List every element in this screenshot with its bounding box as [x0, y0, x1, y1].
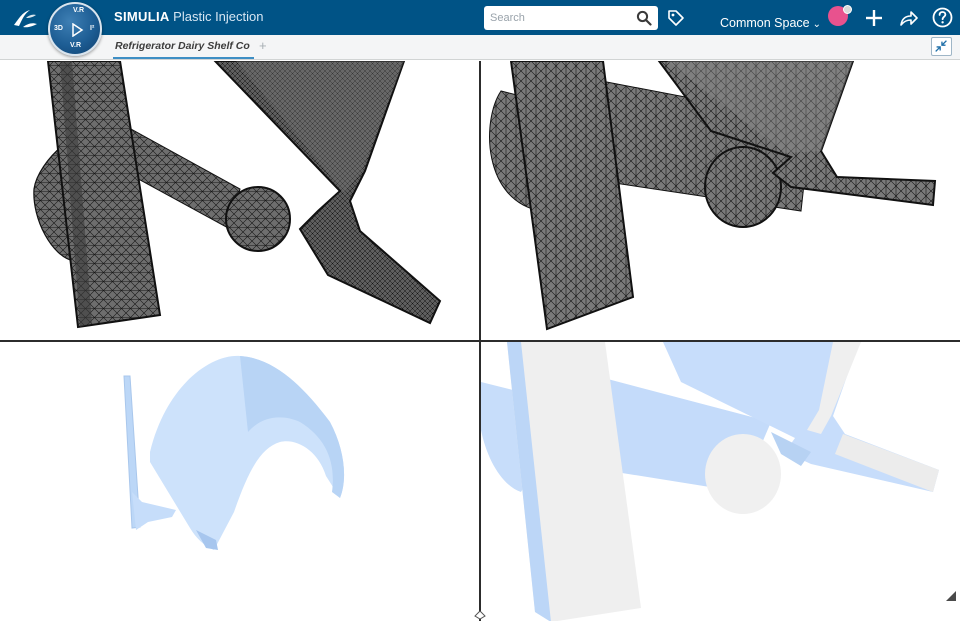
shaded-model-bottom-right [481, 342, 939, 621]
search-box[interactable] [484, 6, 658, 30]
plus-icon[interactable] [864, 8, 884, 28]
collapse-button[interactable] [931, 37, 952, 56]
space-selector[interactable]: Common Space ⌄ [720, 16, 821, 30]
compass-left-label: 3D [54, 25, 63, 32]
app-name-label: Plastic Injection [173, 9, 264, 24]
mesh-view-top-left[interactable] [0, 61, 479, 340]
horizontal-split-divider[interactable] [0, 340, 960, 342]
brand-label: SIMULIA [114, 9, 170, 24]
mesh-model-top-left [33, 61, 442, 329]
shaded-view-bottom-right[interactable] [481, 342, 960, 621]
3d-viewport[interactable] [0, 61, 960, 621]
shaded-view-bottom-left[interactable] [0, 342, 479, 621]
tab-bar: Refrigerator Dairy Shelf Co + [0, 35, 960, 60]
top-bar: V.R 3D I² V.R SIMULIA Plastic Injection … [0, 0, 960, 56]
search-input[interactable] [490, 9, 630, 27]
compass-bottom-label: V.R [70, 42, 82, 49]
3ds-logo-icon[interactable] [10, 6, 40, 30]
split-handle-icon[interactable] [474, 610, 486, 620]
notification-dot [843, 5, 852, 14]
help-icon[interactable] [932, 7, 953, 28]
compass-top-label: V.R [73, 7, 85, 14]
space-label: Common Space [720, 16, 810, 30]
add-tab-button[interactable]: + [259, 38, 267, 53]
search-icon[interactable] [636, 10, 652, 26]
mesh-model-top-right [489, 61, 937, 331]
tag-icon[interactable] [666, 8, 686, 28]
compass-icon[interactable]: V.R 3D I² V.R [48, 2, 102, 56]
mesh-view-top-right[interactable] [481, 61, 960, 340]
chevron-down-icon: ⌄ [812, 19, 822, 30]
shaded-model-bottom-left [123, 355, 345, 550]
compass-right-label: I² [90, 25, 95, 32]
tab-refrigerator-dairy-shelf[interactable]: Refrigerator Dairy Shelf Co [113, 38, 254, 59]
app-title: SIMULIA Plastic Injection [114, 9, 264, 24]
collapse-icon [935, 40, 947, 52]
share-icon[interactable] [898, 8, 918, 28]
resize-grip-icon[interactable] [945, 590, 957, 602]
play-icon[interactable] [70, 23, 84, 37]
tab-label: Refrigerator Dairy Shelf Co [115, 40, 250, 52]
